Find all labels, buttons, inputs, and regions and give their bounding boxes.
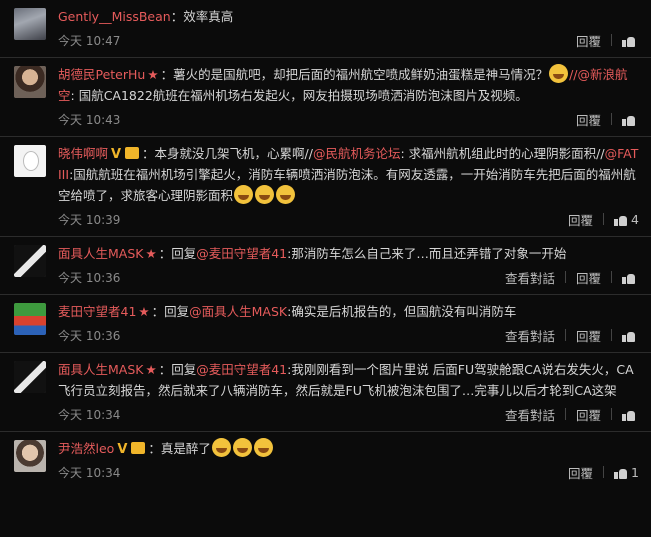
laughing-emoji-icon [232, 438, 252, 457]
username-link[interactable]: 面具人生MASK [58, 246, 143, 261]
like-button[interactable] [622, 113, 639, 126]
like-count: 1 [631, 464, 639, 480]
like-button[interactable] [622, 34, 639, 47]
star-badge-icon: ★ [138, 304, 150, 319]
timestamp: 今天 10:36 [58, 270, 121, 285]
divider [564, 408, 566, 420]
mention-link[interactable]: @面具人生MASK [189, 304, 287, 319]
divider [611, 408, 612, 420]
timestamp: 今天 10:43 [58, 112, 121, 127]
comment-text: 晓伟啊啊 V ：本身就没几架飞机，心累啊//@民航机务论坛: 求福州航机组此时的心理… [58, 146, 639, 204]
timestamp: 今天 10:34 [58, 465, 121, 480]
username-link[interactable]: 尹浩然leo [58, 441, 114, 456]
reply-button[interactable]: 回覆 [568, 463, 593, 482]
avatar[interactable] [14, 145, 46, 177]
mention-link[interactable]: @麦田守望者41 [196, 246, 287, 261]
thumbs-up-icon [622, 329, 635, 342]
laughing-emoji-icon [253, 438, 273, 457]
avatar[interactable] [14, 8, 46, 40]
timestamp: 今天 10:47 [58, 33, 121, 48]
star-badge-icon: ★ [147, 67, 159, 82]
like-count: 4 [631, 211, 639, 227]
verified-badge-icon: V [117, 442, 128, 457]
username-link[interactable]: 麦田守望者41 [58, 304, 136, 319]
like-button[interactable] [622, 408, 639, 421]
like-button[interactable]: 4 [614, 212, 639, 227]
thumbs-up-icon [622, 271, 635, 284]
reply-button[interactable]: 回覆 [576, 405, 601, 424]
comment-item: 胡德民PeterHu ★ ：薯火的是国航吧，却把后面的福州航空喷成鲜奶油蛋糕是神马情… [0, 58, 651, 137]
thumbs-up-icon [622, 34, 635, 47]
comment-item: 麦田守望者41 ★ ：回复@面具人生MASK:确实是后机报告的，但国航没有叫消防车 … [0, 295, 651, 353]
timestamp: 今天 10:36 [58, 328, 121, 343]
member-badge-icon [125, 147, 140, 159]
username-link[interactable]: 面具人生MASK [58, 362, 143, 377]
thumbs-up-icon [614, 466, 628, 479]
divider [611, 271, 612, 283]
member-badge-icon [131, 442, 146, 454]
timestamp: 今天 10:39 [58, 212, 121, 227]
laughing-emoji-icon [234, 185, 254, 204]
laughing-emoji-icon [276, 185, 296, 204]
like-button[interactable] [622, 329, 639, 342]
laughing-emoji-icon [255, 185, 275, 204]
divider [564, 271, 566, 283]
comment-text: Gently__MissBean：效率真高 [58, 9, 234, 24]
comment-text: 胡德民PeterHu ★ ：薯火的是国航吧，却把后面的福州航空喷成鲜奶油蛋糕是神马情… [58, 64, 639, 106]
reply-button[interactable]: 回覆 [576, 268, 601, 287]
view-dialog-button[interactable]: 查看對話 [505, 268, 555, 287]
like-button[interactable]: 1 [614, 465, 639, 480]
comment-item: 晓伟啊啊 V ：本身就没几架飞机，心累啊//@民航机务论坛: 求福州航机组此时的心理… [0, 137, 651, 237]
comment-text: 尹浩然leo V ：真是醉了 [58, 438, 639, 459]
comment-text: 面具人生MASK ★ ：回复@麦田守望者41:那消防车怎么自己来了…而且还弄错了对象… [58, 246, 567, 261]
comment-text: 麦田守望者41 ★ ：回复@面具人生MASK:确实是后机报告的，但国航没有叫消防车 [58, 304, 517, 319]
username-link[interactable]: 胡德民PeterHu [58, 67, 145, 82]
divider [603, 213, 605, 225]
mention-link[interactable]: @麦田守望者41 [196, 362, 287, 377]
comment-item: 面具人生MASK ★ ：回复@麦田守望者41:我刚刚看到一个图片里说 后面FU驾驶舱… [0, 353, 651, 432]
thumbs-up-icon [622, 113, 635, 126]
comment-item: 尹浩然leo V ：真是醉了 今天 10:34 回覆 1 [0, 432, 651, 489]
username-link[interactable]: 晓伟啊啊 [58, 146, 108, 161]
comment-text: 面具人生MASK ★ ：回复@麦田守望者41:我刚刚看到一个图片里说 后面FU驾驶舱… [58, 362, 634, 398]
reply-button[interactable]: 回覆 [576, 326, 601, 345]
avatar[interactable] [14, 66, 46, 98]
divider [603, 466, 605, 478]
timestamp: 今天 10:34 [58, 407, 121, 422]
reply-button[interactable]: 回覆 [576, 110, 601, 129]
mention-link[interactable]: @民航机务论坛 [313, 146, 401, 161]
username-link[interactable]: Gently__MissBean [58, 9, 171, 24]
avatar[interactable] [14, 303, 46, 335]
view-dialog-button[interactable]: 查看對話 [505, 326, 555, 345]
comment-list: Gently__MissBean：效率真高 今天 10:47 回覆 胡德民Pet… [0, 0, 651, 489]
divider [611, 329, 612, 341]
star-badge-icon: ★ [145, 362, 157, 377]
avatar[interactable] [14, 245, 46, 277]
divider [564, 329, 566, 341]
reply-button[interactable]: 回覆 [568, 210, 593, 229]
thumbs-up-icon [614, 213, 628, 226]
comment-item: Gently__MissBean：效率真高 今天 10:47 回覆 [0, 0, 651, 58]
divider [611, 34, 612, 46]
verified-badge-icon: V [111, 147, 122, 162]
star-badge-icon: ★ [145, 246, 157, 261]
avatar[interactable] [14, 361, 46, 393]
thumbs-up-icon [622, 408, 635, 421]
view-dialog-button[interactable]: 查看對話 [505, 405, 555, 424]
divider [611, 113, 612, 125]
like-button[interactable] [622, 271, 639, 284]
reply-button[interactable]: 回覆 [576, 31, 601, 50]
laughing-emoji-icon [549, 64, 569, 83]
comment-item: 面具人生MASK ★ ：回复@麦田守望者41:那消防车怎么自己来了…而且还弄错了对象… [0, 237, 651, 295]
avatar[interactable] [14, 440, 46, 472]
laughing-emoji-icon [211, 438, 231, 457]
